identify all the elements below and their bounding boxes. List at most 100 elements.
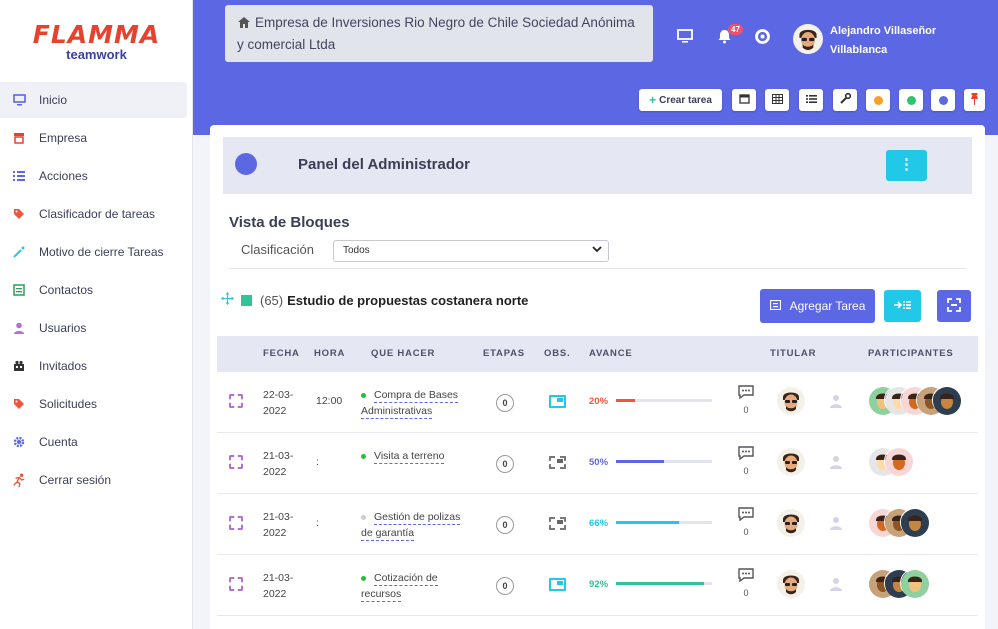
sidebar-item-label: Invitados <box>39 359 88 373</box>
sidebar-item-cuenta[interactable]: Cuenta <box>0 424 187 460</box>
table-header: FECHA HORA QUE HACER ETAPAS OBS. AVANCE … <box>217 336 978 372</box>
settings-tool-button[interactable] <box>833 89 857 111</box>
participant-avatar[interactable] <box>932 386 961 415</box>
col-participantes[interactable]: PARTICIPANTES <box>868 348 954 359</box>
organization-name: Empresa de Inversiones Rio Negro de Chil… <box>237 15 635 52</box>
stages-count-badge[interactable]: 0 <box>496 455 514 473</box>
blue-filter-button[interactable] <box>931 89 955 111</box>
col-que-hacer[interactable]: QUE HACER <box>371 348 435 359</box>
add-task-label: Agregar Tarea <box>789 299 866 313</box>
top-header: Empresa de Inversiones Rio Negro de Chil… <box>193 0 998 75</box>
task-name[interactable]: Visita a terreno <box>361 448 471 464</box>
owner-avatar[interactable] <box>777 387 805 415</box>
flamma-logo[interactable]: FLAMMA teamwork <box>0 20 193 62</box>
orange-dot-icon <box>873 95 883 105</box>
list-view-button[interactable] <box>799 89 823 111</box>
sidebar-item-contactos[interactable]: Contactos <box>0 272 187 308</box>
support-icon[interactable] <box>755 29 770 48</box>
owner-avatar[interactable] <box>777 509 805 537</box>
project-task-count: (65) <box>260 292 284 308</box>
assign-user-icon[interactable] <box>829 577 843 594</box>
organization-selector[interactable]: Empresa de Inversiones Rio Negro de Chil… <box>225 5 653 62</box>
task-date: 21-03- 2022 <box>263 511 294 539</box>
sidebar-item-usuarios[interactable]: Usuarios <box>0 310 187 346</box>
assign-user-icon[interactable] <box>829 516 843 533</box>
sidebar-item-label: Solicitudes <box>39 397 98 411</box>
orange-filter-button[interactable] <box>866 89 890 111</box>
owner-avatar[interactable] <box>777 448 805 476</box>
sidebar-item-acciones[interactable]: Acciones <box>0 158 187 194</box>
monitor-icon <box>12 93 26 107</box>
col-hora[interactable]: HORA <box>314 348 345 359</box>
progress-fill <box>616 582 705 585</box>
participant-avatar[interactable] <box>900 569 929 598</box>
project-header: (65) Estudio de propuestas costanera nor… <box>221 292 528 308</box>
stages-count-badge[interactable]: 0 <box>496 516 514 534</box>
project-name[interactable]: Estudio de propuestas costanera norte <box>287 293 528 308</box>
comments-button[interactable]: 0 <box>738 568 754 598</box>
participant-avatar[interactable] <box>884 447 913 476</box>
task-date: 22-03- 2022 <box>263 389 294 417</box>
observations-icon[interactable] <box>549 517 566 530</box>
tag-icon <box>12 207 26 221</box>
sidebar-item-label: Cerrar sesión <box>39 473 112 487</box>
comments-button[interactable]: 0 <box>738 385 754 415</box>
col-avance[interactable]: AVANCE <box>589 348 633 359</box>
progress-percent: 50% <box>589 457 609 468</box>
user-name[interactable]: Alejandro Villaseñor Villablanca <box>830 22 970 60</box>
user-avatar[interactable] <box>793 24 823 54</box>
participants-group <box>868 447 913 476</box>
move-icon[interactable] <box>221 292 234 308</box>
desktop-icon[interactable] <box>677 29 693 47</box>
expand-button[interactable] <box>937 290 971 322</box>
task-name[interactable]: Cotización de recursos <box>361 570 471 602</box>
sidebar-item-motivo-cierre[interactable]: Motivo de cierre Tareas <box>0 234 187 270</box>
expand-row-icon[interactable] <box>229 516 243 530</box>
assign-user-icon[interactable] <box>829 394 843 411</box>
observations-icon[interactable] <box>549 395 566 408</box>
comment-icon <box>738 446 754 463</box>
sidebar-item-clasificador[interactable]: Clasificador de tareas <box>0 196 187 232</box>
sidebar-item-cerrar-sesion[interactable]: Cerrar sesión <box>0 462 187 498</box>
observations-icon[interactable] <box>549 456 566 469</box>
classification-select[interactable]: Todos <box>333 240 609 262</box>
task-name[interactable]: Gestión de polizas de garantía <box>361 509 471 541</box>
stages-count-badge[interactable]: 0 <box>496 577 514 595</box>
comments-button[interactable]: 0 <box>738 507 754 537</box>
sidebar-item-invitados[interactable]: Invitados <box>0 348 187 384</box>
observations-icon[interactable] <box>549 578 566 591</box>
panel-dot-icon <box>235 153 257 175</box>
green-filter-button[interactable] <box>899 89 923 111</box>
comments-button[interactable]: 0 <box>738 446 754 476</box>
task-name[interactable]: Compra de Bases Administrativas <box>361 387 471 419</box>
participant-avatar[interactable] <box>900 508 929 537</box>
pin-button[interactable] <box>964 89 985 111</box>
store-icon <box>12 131 26 145</box>
sidebar-item-inicio[interactable]: Inicio <box>0 82 187 118</box>
create-task-button[interactable]: + Crear tarea <box>639 89 722 111</box>
assign-user-icon[interactable] <box>829 455 843 472</box>
expand-row-icon[interactable] <box>229 394 243 408</box>
table-icon <box>771 93 783 107</box>
sidebar-item-solicitudes[interactable]: Solicitudes <box>0 386 187 422</box>
plus-icon: + <box>649 93 657 107</box>
panel-menu-button[interactable]: ⋮ <box>886 150 927 181</box>
table-view-button[interactable] <box>765 89 789 111</box>
sidebar-item-empresa[interactable]: Empresa <box>0 120 187 156</box>
pin-icon <box>970 92 979 108</box>
create-task-label: Crear tarea <box>659 94 712 106</box>
reorder-button[interactable] <box>884 290 921 322</box>
col-fecha[interactable]: FECHA <box>263 348 300 359</box>
progress-percent: 92% <box>589 579 609 590</box>
add-task-button[interactable]: Agregar Tarea <box>760 289 875 323</box>
calendar-view-button[interactable] <box>732 89 756 111</box>
stages-count-badge[interactable]: 0 <box>496 394 514 412</box>
task-date: 21-03- 2022 <box>263 572 294 600</box>
col-titular[interactable]: TITULAR <box>770 348 816 359</box>
expand-row-icon[interactable] <box>229 455 243 469</box>
col-obs[interactable]: OBS. <box>544 348 570 359</box>
sidebar-item-label: Clasificador de tareas <box>39 207 156 221</box>
owner-avatar[interactable] <box>777 570 805 598</box>
expand-row-icon[interactable] <box>229 577 243 591</box>
col-etapas[interactable]: ETAPAS <box>483 348 525 359</box>
